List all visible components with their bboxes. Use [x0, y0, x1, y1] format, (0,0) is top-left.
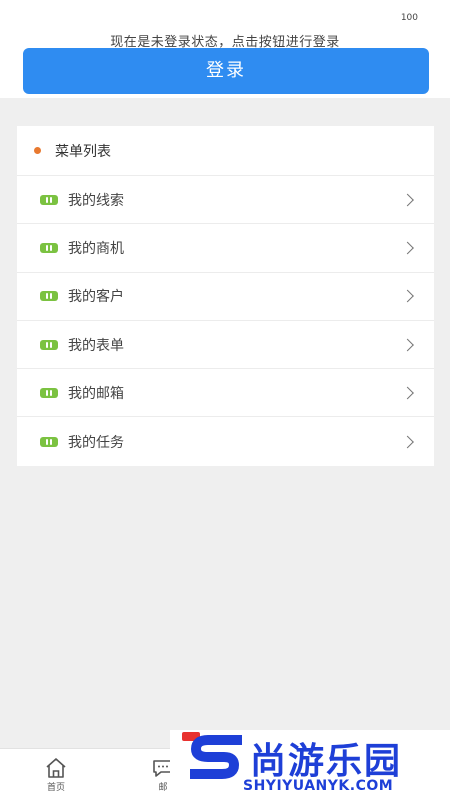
chevron-right-icon	[401, 193, 414, 207]
chevron-right-icon	[401, 338, 414, 351]
green-tag-icon	[40, 194, 58, 205]
menu-item-label: 我的线索	[68, 192, 124, 209]
menu-item-tasks[interactable]: 我的任务	[17, 417, 434, 465]
menu-item-label: 我的客户	[68, 289, 124, 306]
battery-level: 100	[400, 13, 418, 23]
chevron-right-icon	[401, 386, 414, 400]
watermark-logo: 尚游乐园 SHYIYUANYK.COM	[170, 730, 450, 800]
login-button[interactable]: 登录	[23, 48, 429, 94]
menu-item-label: 我的任务	[68, 434, 124, 451]
tab-home[interactable]: 首页	[26, 749, 86, 800]
watermark-s-logo-icon	[190, 735, 242, 779]
tab-label: 首页	[46, 783, 65, 793]
menu-item-forms[interactable]: 我的表单	[17, 321, 434, 370]
menu-item-mailbox[interactable]: 我的邮箱	[17, 369, 434, 418]
chevron-right-icon	[401, 241, 414, 255]
green-tag-icon	[40, 339, 58, 350]
menu-item-label: 我的邮箱	[68, 385, 124, 402]
menu-card: 菜单列表 我的线索 我的商机 我的客户 我的表单 我的邮箱 我的任务	[17, 126, 434, 466]
green-tag-icon	[40, 242, 58, 253]
green-tag-icon	[40, 291, 58, 302]
menu-header: 菜单列表	[17, 126, 434, 176]
chevron-right-icon	[401, 435, 414, 448]
menu-item-customers[interactable]: 我的客户	[17, 273, 434, 321]
menu-item-opportunities[interactable]: 我的商机	[17, 224, 434, 273]
green-tag-icon	[40, 436, 58, 447]
green-tag-icon	[40, 387, 58, 398]
watermark-name: 尚游乐园	[250, 741, 403, 782]
chevron-right-icon	[401, 289, 414, 303]
orange-dot-icon	[34, 147, 41, 154]
menu-item-leads[interactable]: 我的线索	[17, 176, 434, 225]
menu-item-label: 我的商机	[68, 240, 124, 257]
menu-title: 菜单列表	[55, 143, 111, 160]
header-area: 100 现在是未登录状态，点击按钮进行登录 登录	[0, 0, 450, 98]
menu-item-label: 我的表单	[68, 337, 124, 354]
home-icon	[46, 758, 66, 778]
watermark-domain: SHYIYUANYK.COM	[243, 778, 394, 794]
